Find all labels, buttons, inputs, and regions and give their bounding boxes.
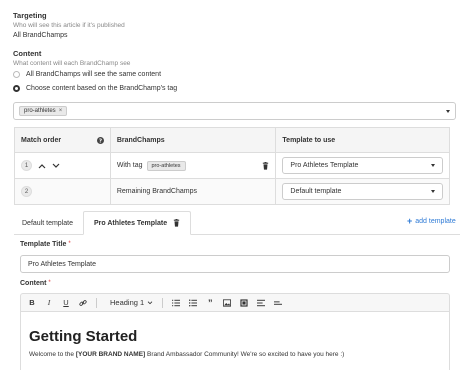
- match-order-badge: 2: [21, 186, 32, 197]
- align-icon[interactable]: [257, 299, 266, 307]
- targeting-title: Targeting: [13, 11, 47, 20]
- radio-button[interactable]: [13, 71, 20, 78]
- editor-paragraph: Welcome to the [YOUR BRAND NAME] Brand A…: [29, 351, 441, 358]
- content-label: Content *: [20, 280, 51, 287]
- paragraph-bold-text: [YOUR BRAND NAME]: [75, 351, 146, 358]
- add-template-label: add template: [415, 218, 456, 225]
- template-select-value: Pro Athletes Template: [290, 162, 359, 169]
- paragraph-text: Brand Ambassador Community! We're so exc…: [145, 351, 345, 358]
- chevron-up-icon[interactable]: [38, 163, 46, 169]
- tab-default-template[interactable]: Default template: [12, 211, 83, 235]
- brandchamps-rule-text: Remaining BrandChamps: [109, 178, 277, 205]
- header-template: Template to use: [275, 127, 450, 153]
- toolbar-separator: [162, 297, 164, 308]
- field-label: Content: [20, 280, 47, 287]
- template-tabs: Default template Pro Athletes Template: [12, 211, 192, 235]
- editor-heading: Getting Started: [29, 328, 138, 345]
- add-template-button[interactable]: + add template: [407, 216, 456, 226]
- radio-by-tag[interactable]: Choose content based on the BrandChamp's…: [13, 85, 177, 92]
- table-header-row: Match order ? BrandChamps Template to us…: [14, 127, 450, 153]
- template-select[interactable]: Pro Athletes Template: [282, 157, 443, 174]
- video-icon[interactable]: [240, 298, 248, 307]
- plus-icon: +: [407, 216, 413, 226]
- radio-label: All BrandChamps will see the same conten…: [26, 71, 162, 78]
- editor-toolbar: B I U Heading 1 ”: [20, 293, 450, 311]
- required-mark: *: [48, 280, 51, 286]
- chevron-down-icon: [431, 190, 435, 193]
- required-mark: *: [68, 241, 71, 247]
- blockquote-icon[interactable]: ”: [206, 298, 214, 308]
- clear-format-icon[interactable]: [274, 299, 283, 307]
- link-icon[interactable]: [79, 299, 87, 307]
- template-title-value: Pro Athletes Template: [28, 260, 96, 268]
- chevron-down-icon[interactable]: [52, 163, 60, 169]
- brandchamps-rule-text: With tag: [116, 162, 143, 169]
- match-order-badge: 1: [21, 160, 32, 171]
- tag-chip: pro-athletes ×: [19, 106, 68, 116]
- chevron-down-icon[interactable]: [446, 109, 450, 113]
- chevron-down-icon: [431, 164, 435, 167]
- field-label: Template Title: [20, 241, 67, 248]
- image-icon[interactable]: [223, 298, 232, 307]
- bold-icon[interactable]: B: [28, 298, 36, 307]
- content-title: Content: [13, 49, 42, 58]
- italic-icon[interactable]: I: [45, 298, 53, 307]
- tab-pro-athletes-template[interactable]: Pro Athletes Template: [82, 211, 192, 235]
- content-section: Content What content will each BrandCham…: [13, 49, 130, 67]
- radio-label: Choose content based on the BrandChamp's…: [26, 85, 178, 92]
- tag-chip-label: pro-athletes: [24, 108, 56, 114]
- radio-same-content[interactable]: All BrandChamps will see the same conten…: [13, 71, 161, 78]
- table-row: 2 Remaining BrandChamps Default template: [14, 178, 450, 205]
- trash-icon[interactable]: [173, 219, 180, 227]
- template-select-value: Default template: [290, 188, 342, 195]
- question-circle-icon[interactable]: ?: [96, 136, 104, 144]
- targeting-value: All BrandChamps: [13, 32, 68, 39]
- header-match-order: Match order ?: [14, 127, 111, 153]
- heading-select[interactable]: Heading 1: [110, 298, 153, 307]
- header-label: Match order: [21, 136, 62, 144]
- rule-tag-chip: pro-athletes: [146, 160, 186, 171]
- rules-table: Match order ? BrandChamps Template to us…: [14, 127, 450, 205]
- paragraph-text: Welcome to the: [29, 351, 76, 358]
- content-hint: What content will each BrandChamp see: [13, 60, 131, 67]
- tab-label: Pro Athletes Template: [93, 219, 168, 227]
- template-title-label: Template Title *: [20, 241, 71, 248]
- heading-select-value: Heading 1: [110, 298, 145, 307]
- toolbar-separator: [96, 297, 97, 308]
- editor-body[interactable]: Getting Started Welcome to the [YOUR BRA…: [20, 311, 450, 370]
- header-brandchamps: BrandChamps: [109, 127, 277, 153]
- radio-button-selected[interactable]: [13, 85, 20, 92]
- underline-icon[interactable]: U: [62, 298, 70, 307]
- chevron-down-icon: [147, 300, 153, 304]
- ordered-list-icon[interactable]: [172, 299, 181, 307]
- targeting-hint: Who will see this article if it's publis…: [13, 22, 125, 29]
- template-title-input[interactable]: Pro Athletes Template: [20, 255, 450, 273]
- template-select[interactable]: Default template: [282, 183, 443, 200]
- table-row: 1 With tag pro-athletes Pro Athletes Tem…: [14, 152, 450, 179]
- trash-icon[interactable]: [262, 161, 269, 170]
- tag-select[interactable]: pro-athletes ×: [13, 102, 456, 120]
- tag-remove-icon[interactable]: ×: [59, 108, 63, 114]
- svg-text:?: ?: [99, 138, 102, 143]
- targeting-section: Targeting Who will see this article if i…: [13, 11, 125, 39]
- bullet-list-icon[interactable]: [189, 299, 198, 307]
